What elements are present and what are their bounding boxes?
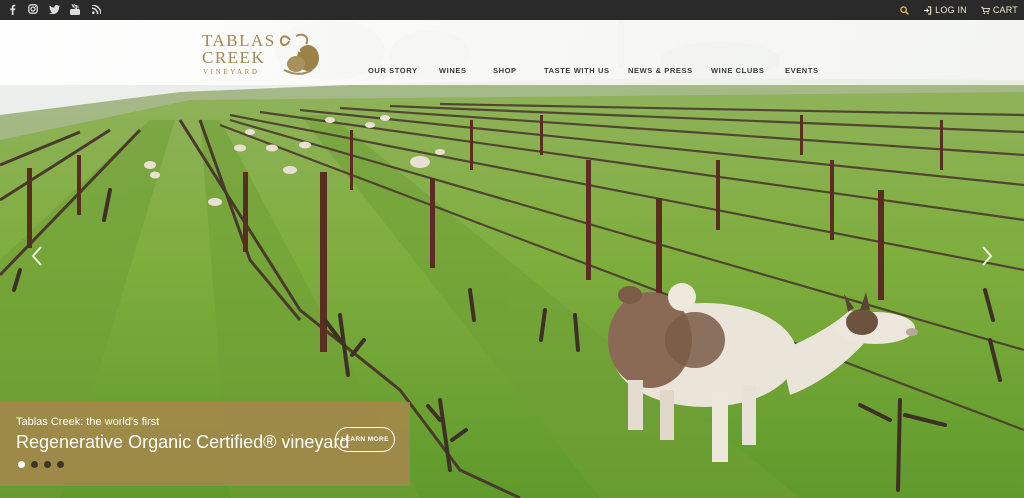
cart-link[interactable]: CART [980,5,1018,15]
rss-icon[interactable] [90,3,102,15]
nav-taste-with-us[interactable]: TASTE WITH US [544,66,610,75]
slide-caption: Tablas Creek: the world's first Regenera… [0,402,410,486]
slider-next-arrow-icon[interactable] [980,244,994,268]
nav-wines[interactable]: WINES [439,66,467,75]
site-header: TABLAS CREEK VINEYARD OUR STORY WINES SH… [0,20,1024,85]
login-icon [924,5,932,15]
facebook-icon[interactable] [6,3,18,15]
login-label: LOG IN [935,5,967,15]
twitter-icon[interactable] [48,3,60,15]
slider-dot-1[interactable] [18,461,25,468]
slider-dot-3[interactable] [44,461,51,468]
nav-shop[interactable]: SHOP [493,66,517,75]
slide-subtitle: Tablas Creek: the world's first [16,416,160,428]
main-nav: OUR STORY WINES SHOP TASTE WITH US NEWS … [0,66,1024,80]
cart-label: CART [992,5,1018,15]
social-links [6,3,102,15]
utility-links: LOG IN CART [900,0,1018,20]
logo-line-2: CREEK [202,48,266,67]
youtube-icon[interactable] [69,3,81,15]
slide-title: Regenerative Organic Certified® vineyard [16,432,350,452]
slider-dot-4[interactable] [57,461,64,468]
learn-more-button[interactable]: LEARN MORE [335,427,395,452]
cart-icon [980,6,990,14]
nav-our-story[interactable]: OUR STORY [368,66,418,75]
slider-prev-arrow-icon[interactable] [30,244,44,268]
slider-dot-2[interactable] [31,461,38,468]
search-icon [900,5,910,15]
search-button[interactable] [900,5,910,15]
slider-pagination [18,461,64,468]
nav-wine-clubs[interactable]: WINE CLUBS [711,66,765,75]
nav-events[interactable]: EVENTS [785,66,819,75]
nav-news-press[interactable]: NEWS & PRESS [628,66,693,75]
logo-line-1: TABLAS [202,31,276,50]
login-link[interactable]: LOG IN [923,5,967,15]
instagram-icon[interactable] [27,3,39,15]
top-utility-bar: LOG IN CART [0,0,1024,20]
